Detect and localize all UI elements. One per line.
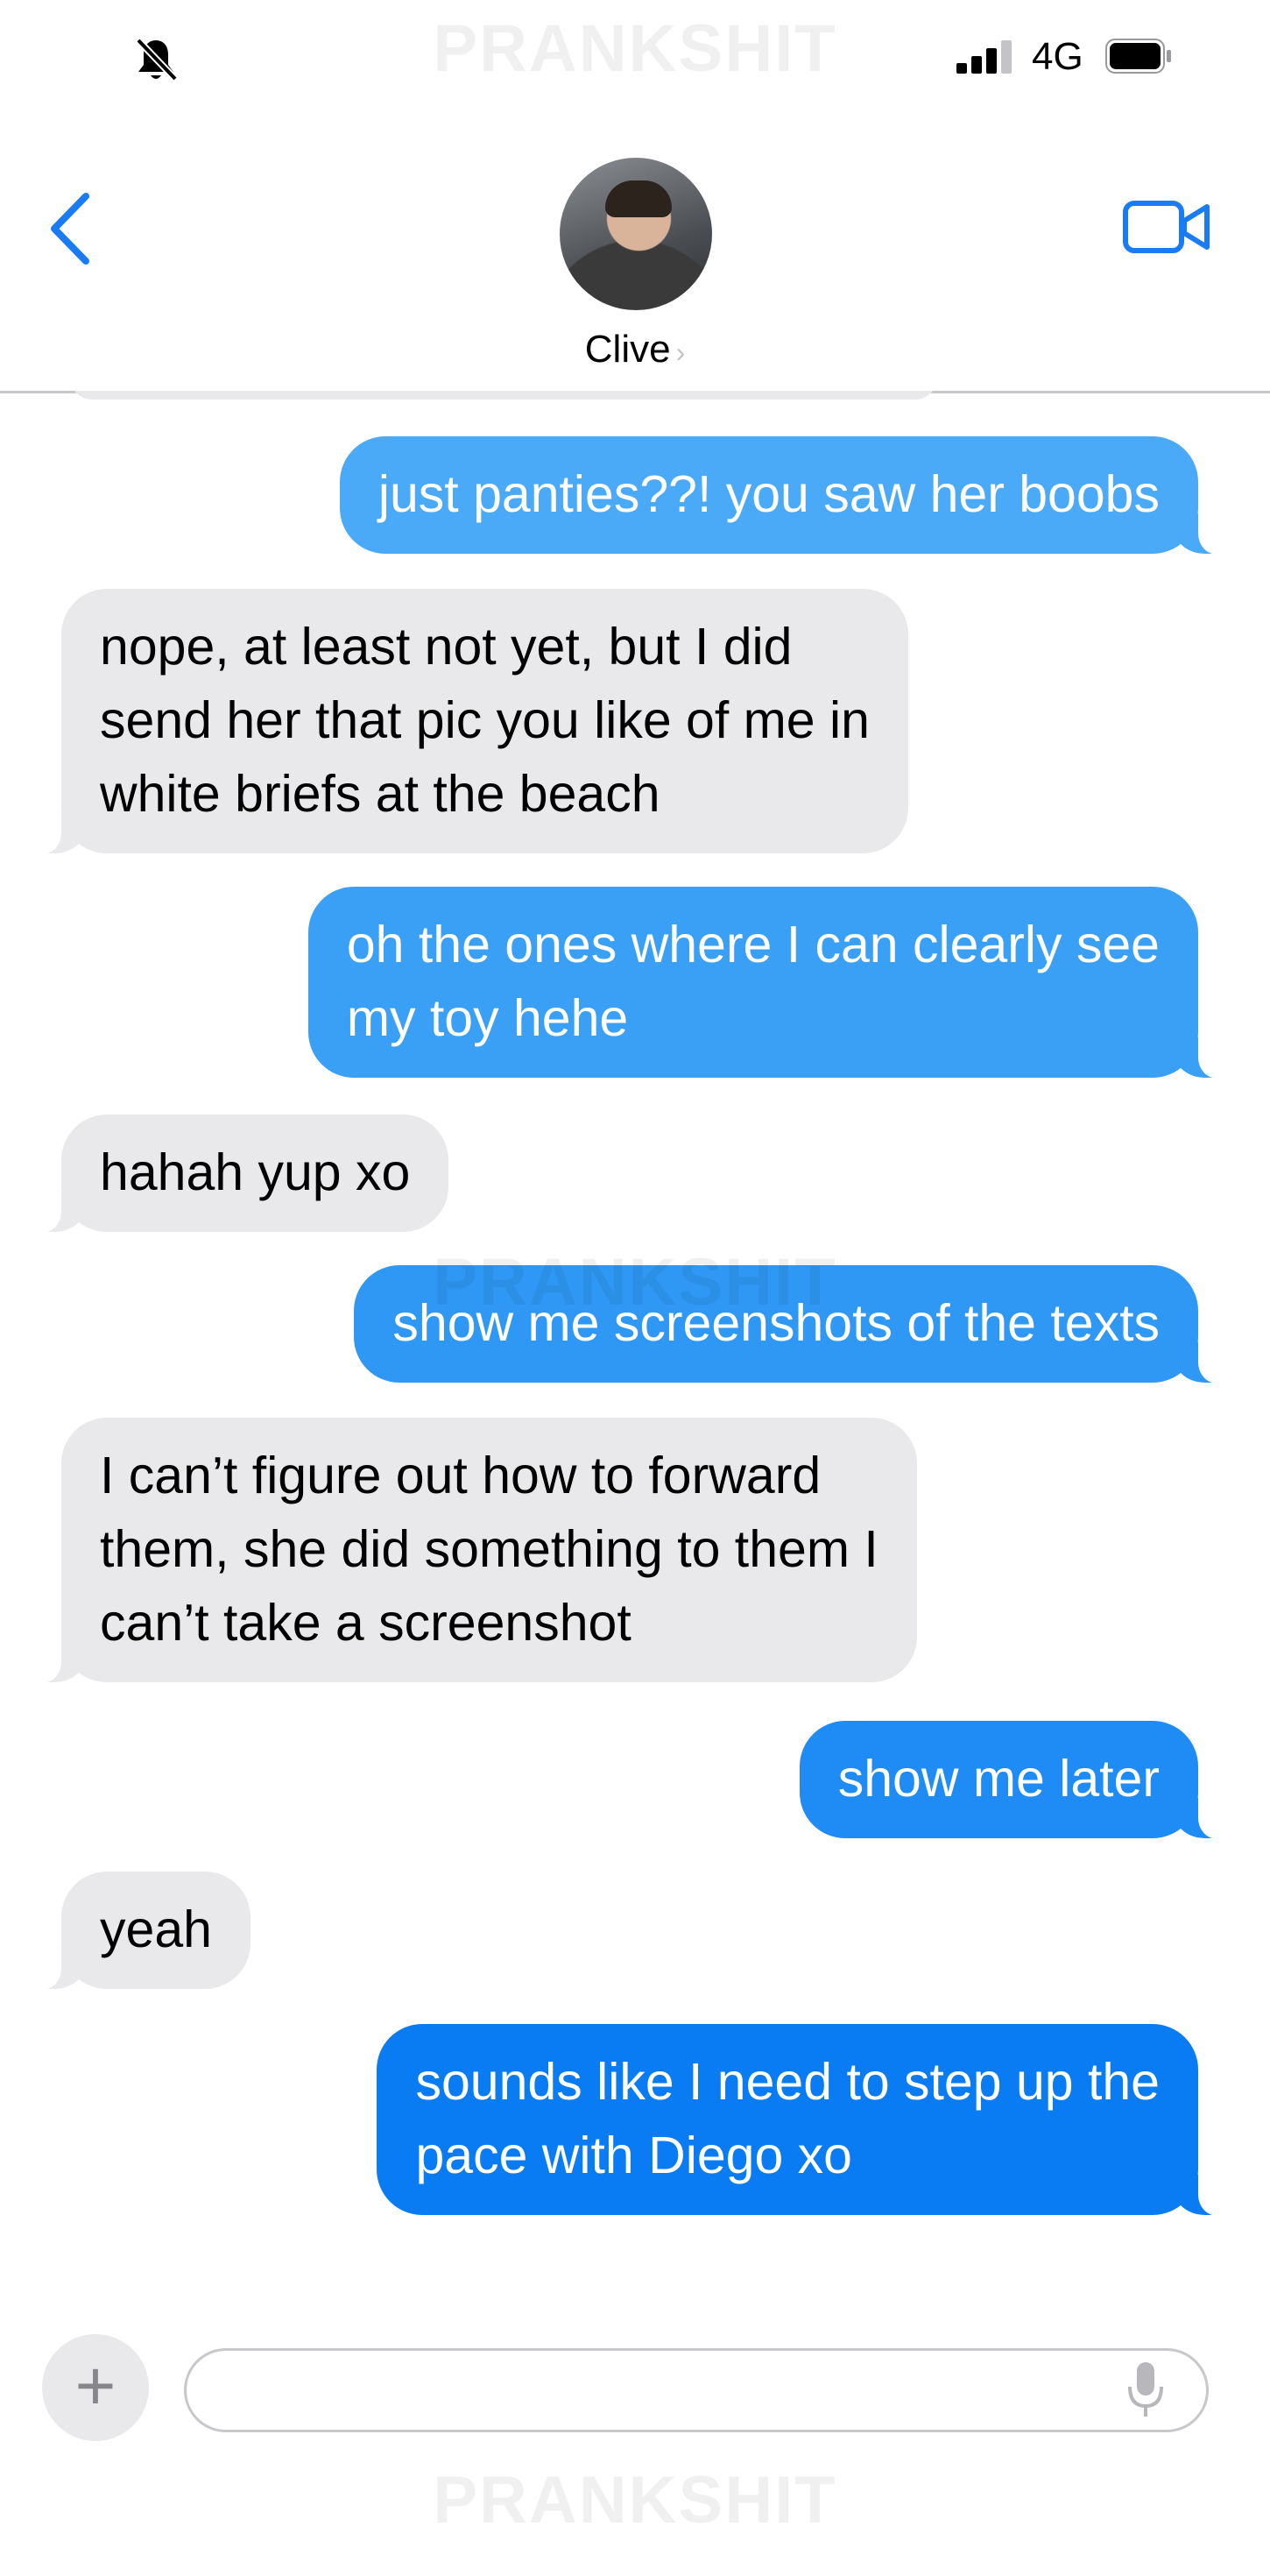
contact-name-button[interactable]: Clive › — [0, 328, 1270, 372]
compose-bar: + — [0, 2297, 1270, 2576]
signal-icon — [956, 39, 1018, 74]
message-input[interactable] — [184, 2348, 1209, 2432]
battery-icon — [1105, 39, 1171, 74]
message-bubble-received[interactable]: hahah yup xo — [34, 1115, 449, 1233]
microphone-icon[interactable] — [1126, 2360, 1165, 2418]
message-thread[interactable]: just panties??! you saw her boobs nope, … — [0, 391, 1270, 2297]
contact-name: Clive — [584, 328, 671, 371]
chevron-right-icon: › — [675, 336, 686, 368]
back-chevron-icon[interactable] — [46, 189, 95, 268]
message-bubble-received[interactable]: nope, at least not yet, but I did send h… — [35, 589, 908, 854]
plus-button[interactable]: + — [42, 2334, 149, 2441]
bell-slash-icon — [136, 38, 178, 81]
message-bubble-received[interactable]: yeah — [35, 1872, 250, 1990]
status-bar: 4G — [0, 0, 1270, 114]
message-bubble-sent[interactable]: just panties??! you saw her boobs — [339, 436, 1225, 555]
network-label: 4G — [1032, 35, 1083, 78]
avatar[interactable] — [560, 158, 712, 310]
message-bubble-sent[interactable]: show me later — [799, 1721, 1225, 1839]
message-bubble-sent[interactable]: sounds like I need to step up the pace w… — [377, 2024, 1224, 2216]
partial-message-bubble — [70, 391, 937, 400]
video-camera-icon[interactable] — [1123, 198, 1210, 256]
message-bubble-sent[interactable]: oh the ones where I can clearly see my t… — [307, 887, 1225, 1079]
conversation-header: Clive › — [0, 114, 1270, 393]
message-bubble-received[interactable]: I can’t figure out how to forward them, … — [35, 1418, 917, 1683]
message-bubble-sent[interactable]: show me screenshots of the texts — [354, 1265, 1224, 1384]
